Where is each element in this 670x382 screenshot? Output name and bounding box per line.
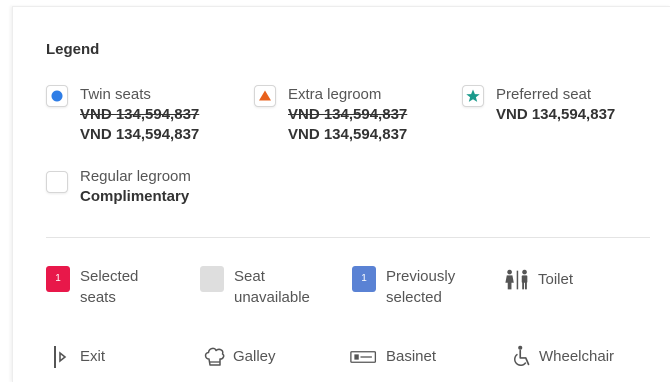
toilet-icon [505, 269, 528, 290]
selected-seats-label-line2: seats [80, 289, 116, 306]
seat-legend-panel: Legend Twin seats VND 134,594,837 VND 13… [12, 6, 670, 382]
toilet-label: Toilet [538, 271, 574, 288]
unavailable-seat-swatch [200, 266, 224, 292]
chef-hat-icon [204, 347, 225, 366]
preferred-seat-label: Preferred seat [496, 86, 592, 103]
regular-legroom-label: Regular legroom [80, 168, 191, 185]
seat-unavailable-label-line1: Seat [234, 268, 265, 285]
wheelchair-icon [514, 345, 530, 366]
galley-label: Galley [233, 348, 276, 365]
selected-seats-label: Selected seats [80, 266, 138, 308]
blue-dot-icon [51, 90, 63, 102]
twin-seats-original-price: VND 134,594,837 [80, 106, 200, 123]
seat-unavailable-label: Seat unavailable [234, 266, 310, 308]
selected-seats-label-line1: Selected [80, 268, 139, 285]
basinet-label: Basinet [386, 348, 437, 365]
preferred-seat-swatch [462, 85, 484, 107]
extra-legroom-price: VND 134,594,837 [288, 126, 408, 143]
selected-seat-badge: 1 [46, 266, 70, 292]
extra-legroom-original-price: VND 134,594,837 [288, 106, 408, 123]
extra-legroom-swatch [254, 85, 276, 107]
previously-selected-label-line2: selected [386, 289, 442, 306]
wheelchair-label: Wheelchair [539, 348, 615, 365]
exit-icon [54, 346, 67, 368]
preferred-seat-price: VND 134,594,837 [496, 106, 616, 123]
twin-seats-label: Twin seats [80, 86, 151, 103]
previously-selected-label: Previously selected [386, 266, 455, 308]
seat-unavailable-label-line2: unavailable [234, 289, 310, 306]
teal-star-icon [466, 89, 480, 102]
previously-selected-badge: 1 [352, 266, 376, 292]
twin-seats-price: VND 134,594,837 [80, 126, 200, 143]
twin-seats-swatch [46, 85, 68, 107]
extra-legroom-label: Extra legroom [288, 86, 382, 103]
legend-divider [46, 237, 650, 238]
regular-legroom-swatch [46, 171, 68, 193]
previously-selected-label-line1: Previously [386, 268, 456, 285]
basinet-icon [350, 351, 377, 363]
regular-legroom-price: Complimentary [80, 188, 190, 205]
exit-label: Exit [80, 348, 106, 365]
legend-title: Legend [46, 41, 100, 58]
orange-triangle-icon [259, 90, 271, 101]
